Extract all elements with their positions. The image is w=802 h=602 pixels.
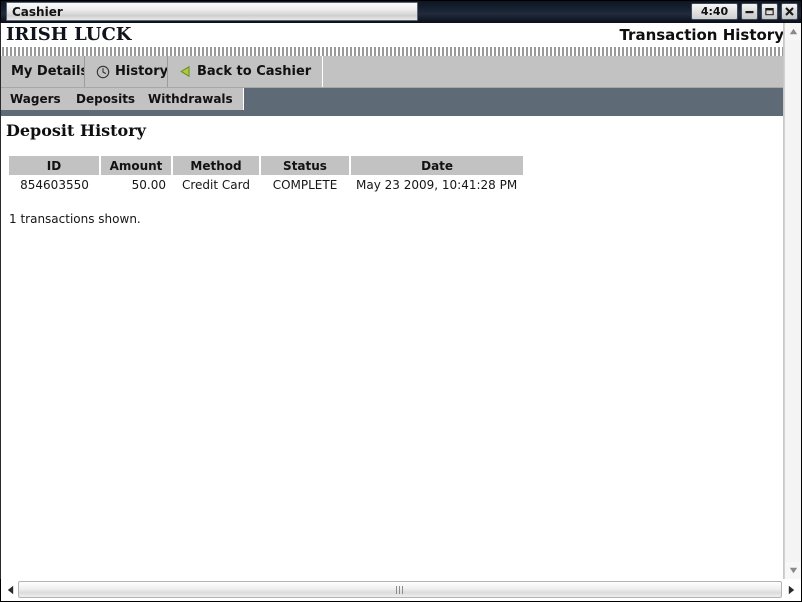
column-header-method[interactable]: Method [172,156,261,175]
tab-history-label: History [115,64,169,79]
scroll-thumb-grip [395,585,405,594]
cell-status: COMPLETE [272,178,338,192]
main-tab-strip: My Details History Back to Cashier [0,56,802,88]
window-title: Cashier [12,5,63,19]
scroll-right-button[interactable] [784,582,798,597]
section-title: Deposit History [6,121,146,140]
transaction-count: 1 transactions shown. [9,212,141,226]
column-header-id[interactable]: ID [9,156,101,175]
horizontal-scroll-thumb[interactable] [18,581,782,598]
cashier-window: Cashier 4:40 IRISH LUCK Transaction Hist… [0,0,802,602]
cell-amount: 50.00 [131,178,166,192]
main-body: Deposit History ID Amount Method Status … [0,116,802,579]
page-content: IRISH LUCK Transaction History My Detail… [0,23,802,579]
chevron-down-icon [789,567,798,574]
vertical-scrollbar[interactable] [784,23,802,579]
tab-back-to-cashier[interactable]: Back to Cashier [167,56,324,87]
transactions-table: ID Amount Method Status Date 854603550 5… [9,156,524,195]
subtab-deposits[interactable]: Deposits [66,88,147,110]
back-arrow-icon [179,65,192,78]
minimize-button[interactable] [741,3,758,20]
restore-button[interactable] [761,3,778,20]
cell-id: 854603550 [20,178,89,192]
brand-logo: IRISH LUCK [6,24,132,45]
horizontal-scrollbar[interactable] [0,579,802,602]
column-header-date[interactable]: Date [350,156,524,175]
subtab-withdrawals-label: Withdrawals [148,92,233,106]
table-header-row: ID Amount Method Status Date [9,156,524,175]
chevron-left-icon [7,585,13,594]
column-header-amount[interactable]: Amount [100,156,173,175]
tab-history[interactable]: History [84,56,181,87]
subtab-wagers[interactable]: Wagers [0,88,72,110]
tab-back-to-cashier-label: Back to Cashier [197,64,312,79]
stripe-divider [0,47,802,56]
scroll-down-button[interactable] [785,562,802,579]
table-header: ID Amount Method Status Date [9,156,524,175]
close-icon [785,7,794,16]
cell-method: Credit Card [182,178,250,192]
tab-my-details-label: My Details [11,64,89,79]
clock-icon [96,65,110,79]
title-bar: Cashier 4:40 [0,0,802,23]
clock-display: 4:40 [691,3,738,20]
sub-tab-band: Wagers Deposits Withdrawals [0,88,802,116]
brand-header: IRISH LUCK Transaction History [0,23,802,47]
column-header-status[interactable]: Status [260,156,351,175]
subtab-wagers-label: Wagers [10,92,61,106]
table-row[interactable]: 854603550 50.00 Credit Card COMPLETE May… [9,175,523,195]
table-body: 854603550 50.00 Credit Card COMPLETE May… [9,175,523,195]
title-text-box: Cashier [6,2,418,21]
title-bar-controls: 4:40 [691,2,798,21]
restore-icon [765,8,774,16]
scroll-left-button[interactable] [3,582,17,597]
subtab-deposits-label: Deposits [76,92,136,106]
cell-date: May 23 2009, 10:41:28 PM [356,178,518,192]
chevron-right-icon [788,585,794,594]
subtab-withdrawals[interactable]: Withdrawals [138,88,244,110]
close-button[interactable] [781,3,798,20]
scroll-up-button[interactable] [785,23,802,40]
page-title: Transaction History [619,26,784,44]
chevron-up-icon [789,28,798,35]
minimize-icon [745,11,754,14]
